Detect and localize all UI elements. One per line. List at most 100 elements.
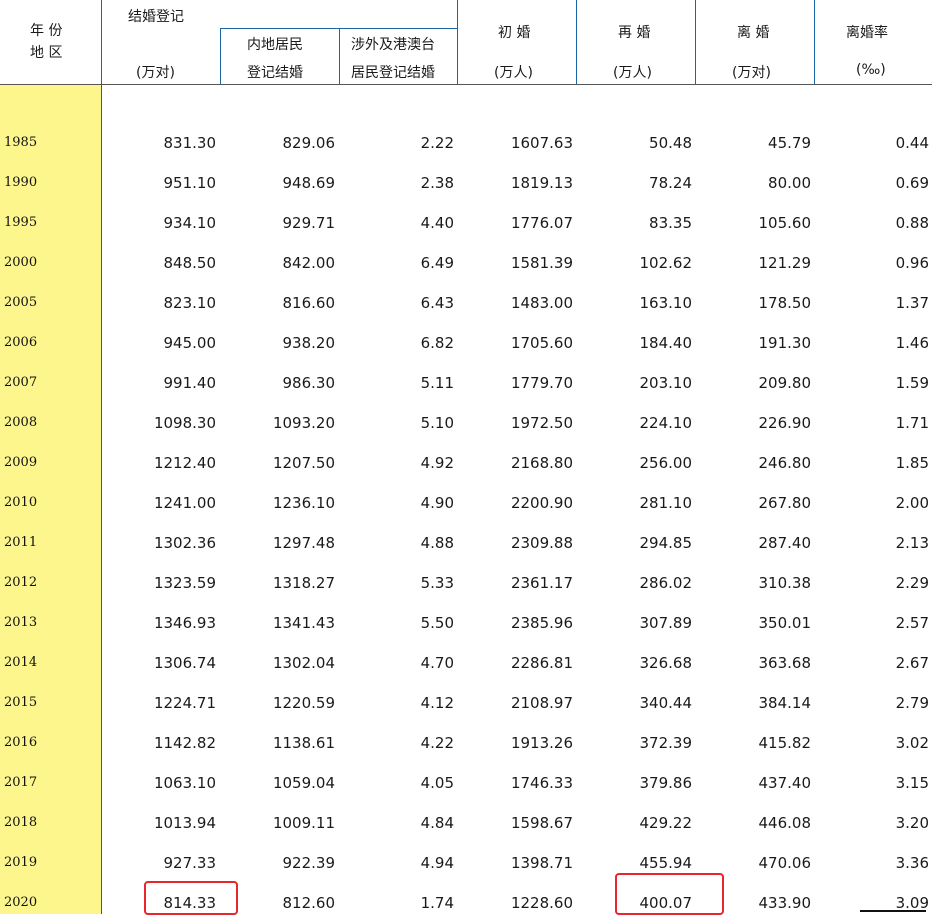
remarriage-cell: 379.86: [639, 774, 693, 792]
header-foreign: 涉外及港澳台: [351, 37, 435, 53]
mainland-cell: 816.60: [282, 294, 336, 312]
header-divider: [695, 0, 696, 84]
mainland-cell: 1297.48: [272, 534, 335, 552]
year-cell: 2000: [4, 255, 38, 270]
remarriage-cell: 294.85: [639, 534, 693, 552]
header-bottom-border: [0, 84, 932, 85]
foreign-cell: 1.74: [420, 894, 454, 912]
highlight-box-remarriage-2020: [615, 873, 724, 915]
divorce-cell: 105.60: [758, 214, 812, 232]
remarriage-cell: 340.44: [639, 694, 693, 712]
divorce-rate-cell: 1.59: [895, 374, 929, 392]
foreign-cell: 4.12: [420, 694, 454, 712]
marriage-registration-cell: 951.10: [163, 174, 217, 192]
header-divorce: 离 婚: [737, 25, 770, 41]
first-marriage-cell: 2309.88: [510, 534, 573, 552]
first-marriage-cell: 1746.33: [510, 774, 573, 792]
divorce-cell: 45.79: [768, 134, 811, 152]
remarriage-cell: 102.62: [639, 254, 693, 272]
divorce-cell: 384.14: [758, 694, 812, 712]
header-remarriage-unit: (万人): [613, 65, 652, 81]
remarriage-cell: 83.35: [649, 214, 692, 232]
year-cell: 2013: [4, 615, 38, 630]
year-cell: 2017: [4, 775, 38, 790]
first-marriage-cell: 1819.13: [510, 174, 573, 192]
year-cell: 2015: [4, 695, 38, 710]
year-column-divider: [101, 84, 102, 914]
divorce-rate-cell: 2.29: [895, 574, 929, 592]
header-mainland: 内地居民: [247, 37, 303, 53]
foreign-cell: 6.82: [420, 334, 454, 352]
marriage-registration-cell: 848.50: [163, 254, 217, 272]
year-cell: 2005: [4, 295, 38, 310]
divorce-cell: 415.82: [758, 734, 812, 752]
foreign-cell: 4.94: [420, 854, 454, 872]
mainland-cell: 1009.11: [272, 814, 335, 832]
marriage-registration-cell: 823.10: [163, 294, 217, 312]
divorce-cell: 446.08: [758, 814, 812, 832]
remarriage-cell: 281.10: [639, 494, 693, 512]
mainland-cell: 812.60: [282, 894, 336, 912]
divorce-cell: 80.00: [768, 174, 811, 192]
marriage-registration-cell: 831.30: [163, 134, 217, 152]
cell-underline: [860, 910, 926, 912]
first-marriage-cell: 1228.60: [510, 894, 573, 912]
header-marriage-registration: 结婚登记: [128, 9, 184, 25]
year-cell: 1985: [4, 135, 38, 150]
foreign-cell: 6.43: [420, 294, 454, 312]
remarriage-cell: 455.94: [639, 854, 693, 872]
first-marriage-cell: 1398.71: [510, 854, 573, 872]
foreign-cell: 4.92: [420, 454, 454, 472]
header-first-marriage: 初 婚: [498, 25, 531, 41]
year-cell: 2012: [4, 575, 38, 590]
foreign-cell: 5.33: [420, 574, 454, 592]
header-marriage-registration-unit: (万对): [136, 65, 175, 81]
marriage-registration-cell: 1302.36: [153, 534, 216, 552]
mainland-cell: 938.20: [282, 334, 336, 352]
remarriage-cell: 326.68: [639, 654, 693, 672]
divorce-cell: 350.01: [758, 614, 812, 632]
divorce-rate-cell: 0.96: [895, 254, 929, 272]
foreign-cell: 5.11: [420, 374, 454, 392]
remarriage-cell: 256.00: [639, 454, 693, 472]
first-marriage-cell: 1483.00: [510, 294, 573, 312]
divorce-rate-cell: 1.85: [895, 454, 929, 472]
subheader-divider: [220, 28, 221, 84]
foreign-cell: 4.88: [420, 534, 454, 552]
divorce-cell: 287.40: [758, 534, 812, 552]
year-cell: 2006: [4, 335, 38, 350]
marriage-registration-cell: 927.33: [163, 854, 217, 872]
year-cell: 2019: [4, 855, 38, 870]
highlight-box-marriage-2020: [144, 881, 238, 915]
remarriage-cell: 372.39: [639, 734, 693, 752]
mainland-cell: 1138.61: [272, 734, 335, 752]
marriage-registration-cell: 1013.94: [153, 814, 216, 832]
first-marriage-cell: 1776.07: [510, 214, 573, 232]
divorce-rate-cell: 3.02: [895, 734, 929, 752]
marriage-registration-cell: 934.10: [163, 214, 217, 232]
marriage-registration-cell: 1241.00: [153, 494, 216, 512]
first-marriage-cell: 1581.39: [510, 254, 573, 272]
remarriage-cell: 203.10: [639, 374, 693, 392]
first-marriage-cell: 1913.26: [510, 734, 573, 752]
divorce-rate-cell: 2.57: [895, 614, 929, 632]
first-marriage-cell: 2200.90: [510, 494, 573, 512]
subheader-divider: [339, 28, 340, 84]
divorce-cell: 267.80: [758, 494, 812, 512]
divorce-cell: 470.06: [758, 854, 812, 872]
mainland-cell: 986.30: [282, 374, 336, 392]
foreign-cell: 6.49: [420, 254, 454, 272]
divorce-rate-cell: 3.15: [895, 774, 929, 792]
first-marriage-cell: 2286.81: [510, 654, 573, 672]
divorce-rate-cell: 1.37: [895, 294, 929, 312]
marriage-registration-cell: 991.40: [163, 374, 217, 392]
remarriage-cell: 307.89: [639, 614, 693, 632]
remarriage-cell: 163.10: [639, 294, 693, 312]
year-cell: 2016: [4, 735, 38, 750]
first-marriage-cell: 1972.50: [510, 414, 573, 432]
marriage-registration-cell: 1224.71: [153, 694, 216, 712]
foreign-cell: 4.40: [420, 214, 454, 232]
foreign-cell: 4.84: [420, 814, 454, 832]
divorce-cell: 363.68: [758, 654, 812, 672]
divorce-cell: 121.29: [758, 254, 812, 272]
